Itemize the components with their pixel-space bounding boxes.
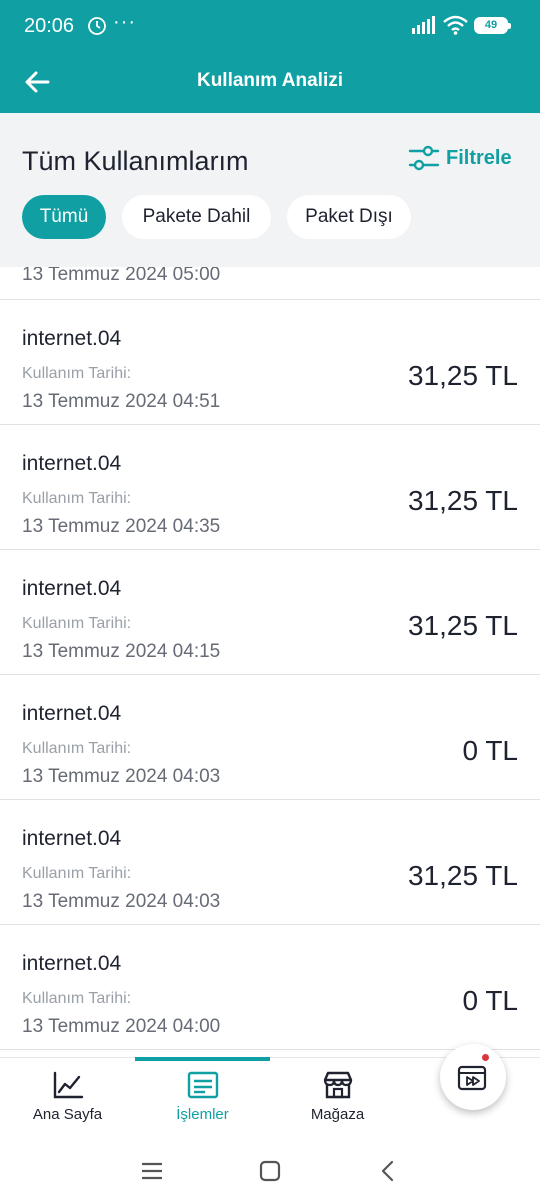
more-notifications-icon: ··· (113, 11, 136, 33)
usage-name: internet.04 (22, 452, 122, 475)
bottom-navigation: Ana Sayfa İşlemler Mağaza (0, 1044, 540, 1142)
usage-amount: 31,25 TL (407, 610, 518, 641)
usage-date: 13 Temmuz 2024 04:00 (22, 1016, 221, 1037)
home-square-icon[interactable] (257, 1158, 283, 1184)
signal-icon (412, 16, 435, 34)
page-title: Kullanım Analizi (196, 70, 344, 91)
notification-dot (480, 1052, 491, 1063)
usage-date: 13 Temmuz 2024 04:03 (22, 766, 221, 787)
system-navigation-bar (0, 1142, 540, 1200)
nav-label: Ana Sayfa (32, 1106, 103, 1123)
usage-header: Tüm Kullanımlarım Filtrele Tümü Pakete D… (0, 113, 540, 267)
usage-date-label: Kullanım Tarihi: (22, 365, 132, 382)
nav-item-transactions[interactable]: İşlemler (135, 1070, 270, 1123)
media-forward-icon (457, 1065, 487, 1091)
nav-item-store[interactable]: Mağaza (270, 1070, 405, 1123)
usage-amount: 0 TL (462, 985, 518, 1016)
usage-amount: 31,25 TL (407, 485, 518, 516)
list-item[interactable]: internet.04 Kullanım Tarihi: 13 Temmuz 2… (0, 675, 540, 800)
list-item[interactable]: internet.04 Kullanım Tarihi: 13 Temmuz 2… (0, 800, 540, 925)
active-tab-indicator (135, 1057, 270, 1061)
chip-in-package[interactable]: Pakete Dahil (122, 195, 271, 239)
chip-out-of-package[interactable]: Paket Dışı (287, 195, 411, 239)
chip-all[interactable]: Tümü (22, 195, 106, 239)
usage-name: internet.04 (22, 702, 122, 725)
list-item[interactable]: internet.04 Kullanım Tarihi: 13 Temmuz 2… (0, 300, 540, 425)
usage-name: internet.04 (22, 827, 122, 850)
usage-amount: 0 TL (462, 735, 518, 766)
usage-date-label: Kullanım Tarihi: (22, 990, 132, 1007)
list-item[interactable]: 13 Temmuz 2024 05:00 (0, 267, 540, 300)
chart-line-icon (53, 1071, 83, 1099)
usage-amount: 31,25 TL (407, 860, 518, 891)
menu-icon[interactable] (139, 1158, 165, 1184)
usage-name: internet.04 (22, 577, 122, 600)
nav-label: İşlemler (176, 1106, 229, 1123)
usage-date: 13 Temmuz 2024 04:15 (22, 641, 221, 662)
usage-date-label: Kullanım Tarihi: (22, 490, 132, 507)
usage-name: internet.04 (22, 327, 122, 350)
section-title: Tüm Kullanımlarım (22, 146, 249, 176)
filter-button[interactable]: Filtrele (408, 143, 512, 173)
status-time: 20:06 (24, 15, 75, 37)
list-item[interactable]: internet.04 Kullanım Tarihi: 13 Temmuz 2… (0, 925, 540, 1050)
usage-amount: 31,25 TL (407, 360, 518, 391)
sliders-icon (408, 145, 440, 171)
battery-icon: 49 (474, 17, 511, 34)
usage-date-label: Kullanım Tarihi: (22, 615, 132, 632)
store-icon (323, 1071, 352, 1099)
usage-list[interactable]: 13 Temmuz 2024 05:00 internet.04 Kullanı… (0, 267, 540, 1057)
status-bar: 20:06 ··· 49 (0, 0, 540, 52)
usage-name: internet.04 (22, 952, 122, 975)
usage-date: 13 Temmuz 2024 05:00 (22, 267, 221, 285)
usage-date-label: Kullanım Tarihi: (22, 865, 132, 882)
usage-date: 13 Temmuz 2024 04:03 (22, 891, 221, 912)
media-fab-button[interactable] (440, 1044, 506, 1110)
usage-date: 13 Temmuz 2024 04:51 (22, 391, 221, 412)
nav-item-home[interactable]: Ana Sayfa (0, 1070, 135, 1123)
list-item[interactable]: internet.04 Kullanım Tarihi: 13 Temmuz 2… (0, 425, 540, 550)
wifi-icon (443, 15, 468, 35)
clock-icon (88, 17, 106, 35)
app-bar: Kullanım Analizi (0, 52, 540, 113)
usage-date-label: Kullanım Tarihi: (22, 740, 132, 757)
back-chevron-icon[interactable] (375, 1158, 401, 1184)
filter-label: Filtrele (446, 146, 512, 169)
usage-date: 13 Temmuz 2024 04:35 (22, 516, 221, 537)
receipt-icon (187, 1071, 218, 1099)
list-item[interactable]: internet.04 Kullanım Tarihi: 13 Temmuz 2… (0, 550, 540, 675)
nav-label: Mağaza (310, 1106, 365, 1123)
